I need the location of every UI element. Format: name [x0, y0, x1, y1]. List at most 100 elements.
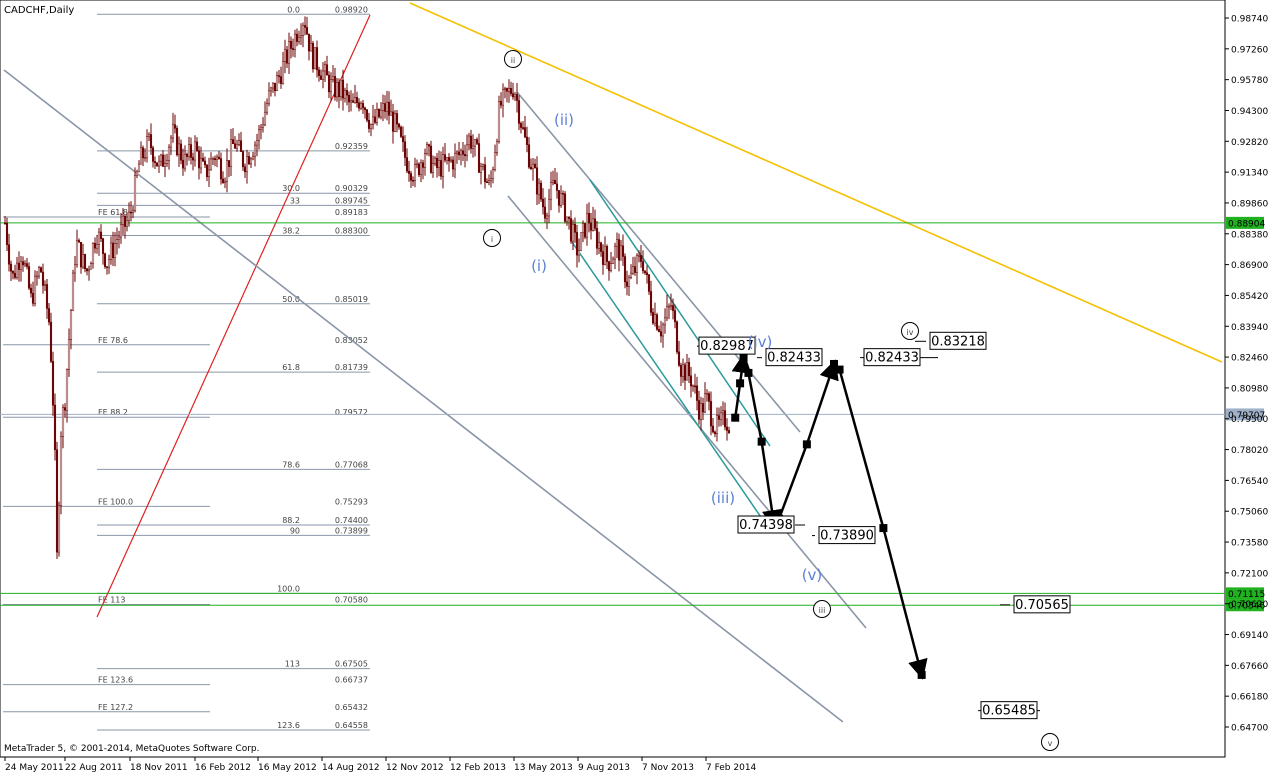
candle-body [335, 82, 339, 98]
wave-label-circled: iv [907, 328, 914, 337]
candle-body [295, 33, 299, 42]
candle-body [521, 127, 525, 129]
time-tick-label: 7 Nov 2013 [642, 763, 694, 773]
candle-body [691, 385, 695, 388]
fib-extension-label: FE 123.6 [98, 676, 133, 685]
candle-body [197, 150, 201, 169]
candle-body [243, 166, 247, 173]
price-tick-label: 0.72100 [1231, 569, 1268, 579]
projection-node [744, 368, 753, 377]
candle-body [69, 310, 73, 340]
candle-body [117, 236, 121, 240]
candle-body [121, 215, 125, 225]
candle-body [249, 158, 253, 165]
candle-body [23, 263, 27, 266]
candle-body [479, 166, 483, 173]
candle-body [683, 364, 687, 381]
candle-body [299, 35, 303, 38]
candle-body [399, 126, 403, 137]
candle-body [267, 90, 271, 105]
candle-body [155, 162, 159, 167]
fib-price-label: 0.67505 [335, 660, 368, 669]
candle-body [139, 147, 143, 165]
candle-body [389, 111, 393, 116]
candle-body [421, 162, 425, 168]
candle-body [231, 139, 235, 145]
candle-body [239, 140, 243, 152]
candle-body [169, 137, 173, 148]
candle-body [457, 151, 461, 156]
candle-body [587, 213, 591, 224]
candle-body [639, 255, 643, 262]
candle-body [263, 111, 267, 126]
price-axis: 0.889040.797070.711150.705460.987400.972… [1225, 15, 1268, 734]
candle-body [141, 147, 145, 159]
candle-body [481, 164, 485, 167]
candle-body [561, 193, 565, 195]
candle-body [423, 153, 427, 168]
candle-body [73, 264, 77, 274]
candle-body [33, 275, 37, 304]
candle-body [469, 135, 473, 149]
projection-node [757, 437, 766, 446]
candle-body [195, 141, 199, 151]
candle-body [41, 271, 45, 286]
candle-body [293, 33, 297, 50]
candle-body [19, 261, 23, 270]
time-tick-label: 9 Aug 2013 [578, 763, 630, 773]
candle-body [57, 505, 61, 553]
candle-body [385, 101, 389, 112]
candle-body [699, 403, 703, 420]
candle-body [551, 180, 555, 183]
candle-body [189, 144, 193, 158]
candle-body [261, 124, 265, 128]
candle-body [237, 140, 241, 145]
candle-body [5, 222, 9, 245]
candle-body [515, 94, 519, 101]
candle-body [123, 215, 127, 227]
price-tick-label: 0.69140 [1231, 631, 1268, 641]
candle-body [671, 305, 675, 311]
price-tick-label: 0.89860 [1231, 199, 1268, 209]
price-tick-label: 0.83940 [1231, 323, 1268, 333]
candle-body [693, 385, 697, 388]
candle-body [471, 145, 475, 149]
candle-body [725, 426, 729, 431]
candle-body [577, 250, 581, 256]
candle-body [679, 365, 683, 377]
candle-body [333, 76, 337, 98]
candle-body [313, 47, 317, 70]
candle-body [653, 314, 657, 324]
candle-body [357, 102, 361, 109]
candle-body [507, 88, 511, 92]
candle-body [557, 190, 561, 206]
candle-body [241, 151, 245, 168]
candle-body [559, 193, 563, 206]
time-tick-label: 16 Feb 2012 [195, 763, 251, 773]
candle-body [445, 157, 449, 161]
candle-body [89, 263, 93, 270]
wave-label-circled: v [1048, 739, 1053, 748]
candle-body [289, 40, 293, 49]
candle-body [253, 144, 257, 157]
candle-body [595, 228, 599, 249]
wave-label-circled: iii [819, 606, 826, 615]
candle-body [491, 169, 495, 179]
candle-body [105, 266, 109, 268]
candle-body [525, 136, 529, 145]
fib-ratio-label: 113 [285, 660, 300, 669]
time-tick-label: 13 May 2013 [514, 763, 573, 773]
candle-body [727, 430, 731, 434]
candle-body [647, 274, 651, 292]
candle-body [321, 70, 325, 80]
candle-body [17, 262, 21, 270]
candle-body [419, 162, 423, 175]
fib-price-label: 0.75293 [335, 497, 368, 506]
candle-body [461, 150, 465, 155]
candle-body [651, 312, 655, 324]
candle-body [107, 259, 111, 268]
candle-body [413, 164, 417, 182]
fib-ratio-label: 123.6 [277, 721, 300, 730]
candle-body [159, 154, 163, 162]
fib-ratio-label: 88.2 [282, 516, 300, 525]
